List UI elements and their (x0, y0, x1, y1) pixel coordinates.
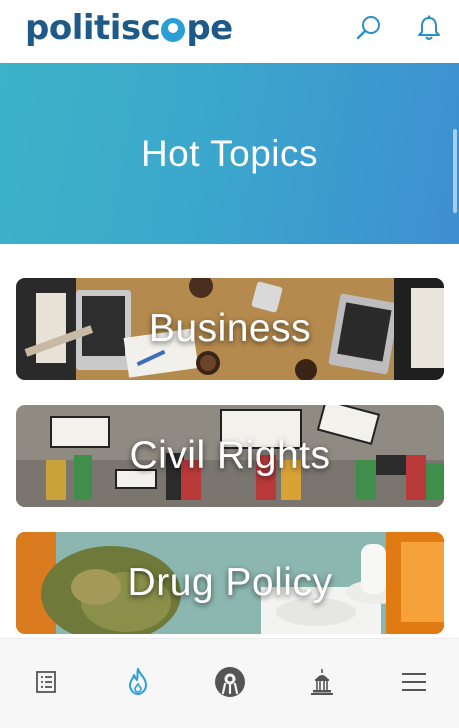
hot-topics-banner: Hot Topics (0, 63, 459, 244)
logo-text-right: pe (186, 8, 233, 48)
politiscope-icon (215, 667, 245, 697)
capitol-icon (311, 669, 333, 695)
bell-icon (418, 15, 440, 40)
menu-icon (402, 673, 426, 691)
search-button[interactable] (355, 14, 383, 42)
logo-text-left: politisc (25, 8, 161, 48)
search-icon (356, 16, 380, 40)
flame-icon (129, 668, 147, 695)
nav-government-button[interactable] (306, 666, 338, 698)
topic-label: Civil Rights (129, 434, 331, 477)
topic-card-civil-rights[interactable]: Civil Rights (16, 405, 444, 507)
nav-feed-button[interactable] (30, 666, 62, 698)
politiscope-logo[interactable]: politisc pe (25, 8, 233, 48)
app-header: politisc pe (0, 0, 459, 63)
bottom-navigation (0, 638, 459, 728)
logo-o-mark-icon (161, 18, 186, 42)
nav-menu-button[interactable] (398, 666, 430, 698)
topic-card-drug-policy[interactable]: Drug Policy (16, 532, 444, 634)
topic-card-business[interactable]: Business (16, 278, 444, 380)
notifications-button[interactable] (415, 14, 443, 42)
nav-hot-topics-button[interactable] (122, 666, 154, 698)
topic-label: Business (148, 307, 312, 350)
topic-label: Drug Policy (127, 561, 333, 604)
page-title: Hot Topics (140, 133, 319, 174)
nav-politiscope-button[interactable] (214, 666, 246, 698)
list-icon (36, 671, 56, 693)
scrollbar-thumb[interactable] (453, 129, 457, 213)
